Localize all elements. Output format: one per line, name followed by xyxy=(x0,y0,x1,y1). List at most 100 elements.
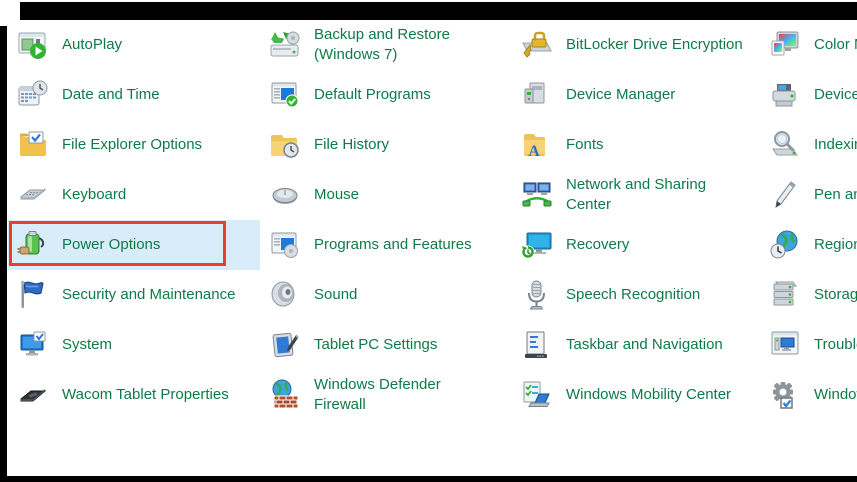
keyboard-icon xyxy=(17,179,49,211)
region-icon xyxy=(769,229,801,261)
control-panel-item-devices-and-printers[interactable]: Devices and Printers xyxy=(760,70,857,120)
speech-recognition-icon xyxy=(521,279,553,311)
item-label: AutoPlay xyxy=(62,36,123,53)
date-time-icon xyxy=(17,79,49,111)
item-label: Storage Spaces xyxy=(814,286,857,303)
wacom-tablet-icon xyxy=(17,379,49,411)
control-panel-item-windows-mobility-center[interactable]: Windows Mobility Center xyxy=(512,370,764,420)
item-label: File History xyxy=(314,136,390,153)
item-label: Indexing Options xyxy=(814,136,857,153)
control-panel-item-windows-defender-firewall[interactable]: Windows Defender Firewall xyxy=(260,370,512,420)
item-label: BitLocker Drive Encryption xyxy=(566,36,743,53)
item-label: Devices and Printers xyxy=(814,86,857,103)
taskbar-navigation-icon xyxy=(521,329,553,361)
item-label: Color Management xyxy=(814,36,857,53)
security-maintenance-icon xyxy=(17,279,49,311)
svg-text:A: A xyxy=(528,143,540,160)
control-panel-item-wacom-tablet-properties[interactable]: Wacom Tablet Properties xyxy=(8,370,260,420)
item-label: Default Programs xyxy=(314,86,431,103)
control-panel-item-sound[interactable]: Sound xyxy=(260,270,512,320)
troubleshooting-icon xyxy=(769,329,801,361)
item-label: Mouse xyxy=(314,186,360,203)
tablet-pc-icon xyxy=(269,329,301,361)
control-panel-item-security-and-maintenance[interactable]: Security and Maintenance xyxy=(8,270,260,320)
control-panel-item-file-explorer-options[interactable]: File Explorer Options xyxy=(8,120,260,170)
item-label: Programs and Features xyxy=(314,236,472,253)
power-options-icon xyxy=(17,229,49,261)
control-panel-item-mouse[interactable]: Mouse xyxy=(260,170,512,220)
network-sharing-icon xyxy=(521,179,553,211)
sound-icon xyxy=(269,279,301,311)
control-panel-item-troubleshooting[interactable]: Troubleshooting xyxy=(760,320,857,370)
file-explorer-options-icon xyxy=(17,129,49,161)
control-panel-item-color-management[interactable]: Color Management xyxy=(760,20,857,70)
item-label: Power Options xyxy=(62,236,161,253)
control-panel-item-tablet-pc-settings[interactable]: Tablet PC Settings xyxy=(260,320,512,370)
frame-top-bar xyxy=(20,2,857,20)
control-panel-item-recovery[interactable]: Recovery xyxy=(512,220,764,270)
control-panel-item-backup-and-restore-windows-7[interactable]: Backup and Restore (Windows 7) xyxy=(260,20,512,70)
pen-touch-icon xyxy=(769,179,801,211)
mouse-icon xyxy=(269,179,301,211)
control-panel-item-taskbar-and-navigation[interactable]: Taskbar and Navigation xyxy=(512,320,764,370)
control-panel-item-fonts[interactable]: A Fonts xyxy=(512,120,764,170)
item-label: System xyxy=(62,336,113,353)
control-panel-item-system[interactable]: System xyxy=(8,320,260,370)
control-panel-item-speech-recognition[interactable]: Speech Recognition xyxy=(512,270,764,320)
control-panel-item-region[interactable]: Region xyxy=(760,220,857,270)
item-label: Fonts xyxy=(566,136,604,153)
item-label: Region xyxy=(814,236,857,253)
recovery-icon xyxy=(521,229,553,261)
backup-restore-icon xyxy=(269,29,301,61)
windows-to-go-icon xyxy=(769,379,801,411)
item-label: Speech Recognition xyxy=(566,286,701,303)
item-label: Pen and Touch xyxy=(814,186,857,203)
control-panel-window: AutoPlay Backup and Restore (Windows 7) Bi… xyxy=(0,0,857,482)
system-icon xyxy=(17,329,49,361)
fonts-icon: A xyxy=(521,129,553,161)
item-label: File Explorer Options xyxy=(62,136,203,153)
storage-spaces-icon xyxy=(769,279,801,311)
control-panel-item-pen-and-touch[interactable]: Pen and Touch xyxy=(760,170,857,220)
item-label: Windows Mobility Center xyxy=(566,386,732,403)
control-panel-item-file-history[interactable]: File History xyxy=(260,120,512,170)
item-label: Wacom Tablet Properties xyxy=(62,386,229,403)
control-panel-item-autoplay[interactable]: AutoPlay xyxy=(8,20,260,70)
control-panel-item-default-programs[interactable]: Default Programs xyxy=(260,70,512,120)
item-label: Network and Sharing Center xyxy=(566,176,707,213)
control-panel-item-device-manager[interactable]: Device Manager xyxy=(512,70,764,120)
color-management-icon xyxy=(769,29,801,61)
devices-printers-icon xyxy=(769,79,801,111)
control-panel-item-date-and-time[interactable]: Date and Time xyxy=(8,70,260,120)
item-label: Windows Defender Firewall xyxy=(314,376,441,413)
control-panel-item-network-and-sharing-center[interactable]: Network and Sharing Center xyxy=(512,170,764,220)
item-label: Backup and Restore (Windows 7) xyxy=(314,26,450,63)
mobility-center-icon xyxy=(521,379,553,411)
item-label: Device Manager xyxy=(566,86,676,103)
programs-features-icon xyxy=(269,229,301,261)
defender-firewall-icon xyxy=(269,379,301,411)
control-panel-item-storage-spaces[interactable]: Storage Spaces xyxy=(760,270,857,320)
item-label: Sound xyxy=(314,286,358,303)
autoplay-icon xyxy=(17,29,49,61)
default-programs-icon xyxy=(269,79,301,111)
control-panel-item-programs-and-features[interactable]: Programs and Features xyxy=(260,220,512,270)
indexing-options-icon xyxy=(769,129,801,161)
control-panel-item-keyboard[interactable]: Keyboard xyxy=(8,170,260,220)
control-panel-item-bitlocker-drive-encryption[interactable]: BitLocker Drive Encryption xyxy=(512,20,764,70)
item-label: Taskbar and Navigation xyxy=(566,336,723,353)
frame-bottom-bar xyxy=(0,476,857,482)
frame-left-bar xyxy=(0,26,7,476)
control-panel-item-windows-to-go[interactable]: Windows To Go xyxy=(760,370,857,420)
item-label: Tablet PC Settings xyxy=(314,336,438,353)
item-label: Security and Maintenance xyxy=(62,286,236,303)
item-label: Troubleshooting xyxy=(814,336,857,353)
item-label: Date and Time xyxy=(62,86,160,103)
item-label: Recovery xyxy=(566,236,630,253)
file-history-icon xyxy=(269,129,301,161)
control-panel-item-indexing-options[interactable]: Indexing Options xyxy=(760,120,857,170)
bitlocker-icon xyxy=(521,29,553,61)
control-panel-item-power-options[interactable]: Power Options xyxy=(8,220,260,270)
item-label: Windows To Go xyxy=(814,386,857,403)
device-manager-icon xyxy=(521,79,553,111)
